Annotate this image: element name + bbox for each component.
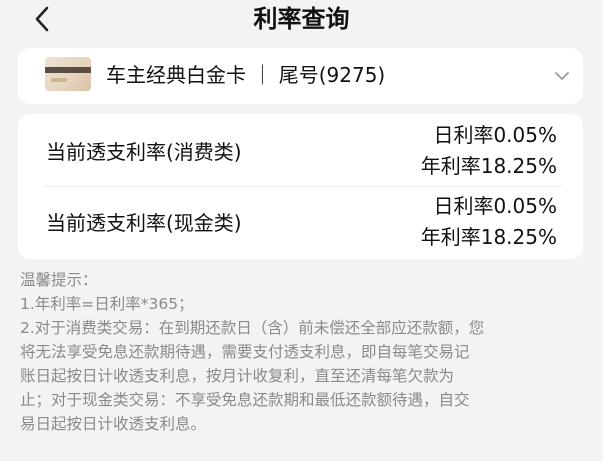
- chevron-down-icon[interactable]: [552, 66, 572, 86]
- rate-row-consumption: 当前透支利率(消费类) 日利率0.05% 年利率18.25%: [18, 116, 583, 186]
- card-chip: [51, 78, 67, 82]
- tips-line: 2.对于消费类交易：在到期还款日（含）前未偿还全部应还款额，您: [20, 319, 485, 337]
- credit-card-icon: [45, 57, 91, 91]
- tips-line: 账日起按日计收透支利息，按月计收复利，直至还清每笔欠款为: [20, 367, 455, 385]
- tips-section: 温馨提示： 1.年利率=日利率*365； 2.对于消费类交易：在到期还款日（含）…: [20, 268, 590, 436]
- rate-label: 当前透支利率(现金类): [46, 211, 242, 235]
- tips-line: 易日起按日计收透支利息。: [20, 415, 207, 433]
- rate-label: 当前透支利率(消费类): [46, 140, 242, 164]
- top-bar: 利率查询: [0, 0, 603, 40]
- rate-row-cash: 当前透支利率(现金类) 日利率0.05% 年利率18.25%: [18, 187, 583, 257]
- daily-rate: 日利率0.05%: [433, 194, 557, 218]
- page-title: 利率查询: [253, 5, 350, 33]
- rate-panel: 当前透支利率(消费类) 日利率0.05% 年利率18.25% 当前透支利率(现金…: [18, 114, 583, 259]
- tips-line: 1.年利率=日利率*365；: [20, 295, 194, 313]
- tips-body: 1.年利率=日利率*365； 2.对于消费类交易：在到期还款日（含）前未偿还全部…: [20, 292, 590, 436]
- annual-rate: 年利率18.25%: [420, 225, 557, 249]
- annual-rate: 年利率18.25%: [420, 154, 557, 178]
- card-stripe: [45, 67, 91, 73]
- tips-line: 止；对于现金类交易：不享受免息还款期和最低还款额待遇，自交: [20, 391, 470, 409]
- tips-heading: 温馨提示：: [20, 271, 98, 289]
- card-selector[interactable]: 车主经典白金卡 ｜ 尾号(9275): [18, 48, 583, 104]
- daily-rate: 日利率0.05%: [433, 123, 557, 147]
- card-name: 车主经典白金卡 ｜ 尾号(9275): [106, 63, 386, 87]
- tips-line: 将无法享受免息还款期待遇，需要支付透支利息，即自每笔交易记: [20, 343, 470, 361]
